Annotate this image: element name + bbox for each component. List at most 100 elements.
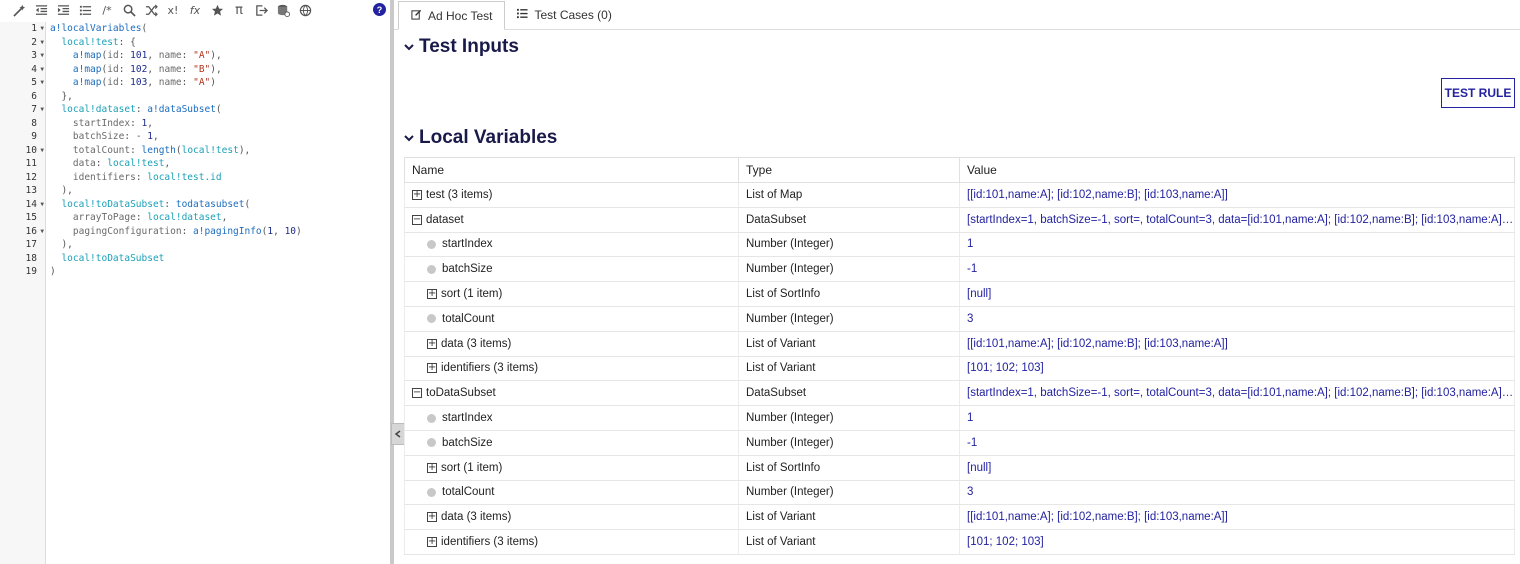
local-variables-table: Name Type Value + test (3 items) List of M… bbox=[404, 157, 1515, 555]
edit-icon bbox=[411, 9, 422, 23]
line-number: 15 bbox=[25, 212, 37, 223]
name-cell-content: + sort (1 item) bbox=[412, 462, 738, 474]
database-icon[interactable] bbox=[272, 0, 294, 20]
pi-icon[interactable]: π bbox=[228, 0, 250, 20]
cell-value: -1 bbox=[959, 430, 1515, 456]
code-line[interactable]: pagingConfiguration: a!pagingInfo(1, 10) bbox=[50, 225, 302, 239]
fold-arrow-icon: ▼ bbox=[40, 106, 44, 113]
expand-plus-icon[interactable]: + bbox=[427, 512, 437, 523]
expand-plus-icon[interactable]: + bbox=[427, 289, 437, 300]
cell-name: batchSize bbox=[404, 430, 739, 456]
code-text[interactable]: a!localVariables( local!test: { a!map(id… bbox=[50, 22, 302, 279]
line-number: 8 bbox=[31, 117, 37, 129]
editor-toolbar: /* x! fx π ? bbox=[0, 0, 390, 20]
code-line[interactable]: data: local!test, bbox=[50, 157, 302, 171]
not-icon[interactable]: x! bbox=[162, 0, 184, 20]
fx-icon[interactable]: fx bbox=[184, 0, 206, 20]
collapse-minus-icon[interactable]: − bbox=[412, 214, 422, 225]
list-icon[interactable] bbox=[74, 0, 96, 20]
variable-name: totalCount bbox=[442, 486, 495, 499]
cell-name: totalCount bbox=[404, 306, 739, 332]
globe-icon[interactable] bbox=[294, 0, 316, 20]
cell-type: DataSubset bbox=[738, 207, 960, 233]
cell-name: + identifiers (3 items) bbox=[404, 529, 739, 555]
code-line[interactable]: local!dataset: a!dataSubset( bbox=[50, 103, 302, 117]
expression-editor[interactable]: /* x! fx π ? 1 ▼ 2 ▼ 3 ▼ 4 ▼ 5 ▼ 6 7 ▼ 8… bbox=[0, 0, 390, 564]
cell-name: startIndex bbox=[404, 232, 739, 258]
code-line[interactable]: local!toDataSubset bbox=[50, 252, 302, 266]
wand-icon[interactable] bbox=[8, 0, 30, 20]
indent-icon[interactable] bbox=[52, 0, 74, 20]
collapse-minus-icon[interactable]: − bbox=[412, 388, 422, 399]
tab-bar: Ad Hoc Test Test Cases (0) bbox=[394, 0, 1520, 30]
name-cell-content: − toDataSubset bbox=[412, 387, 738, 399]
comment-icon[interactable]: /* bbox=[96, 0, 118, 20]
line-number: 5 ▼ bbox=[31, 77, 44, 88]
code-line[interactable]: ), bbox=[50, 184, 302, 198]
table-row: + sort (1 item) List of SortInfo [null] bbox=[404, 455, 1515, 481]
test-rule-button[interactable]: TEST RULE bbox=[1441, 78, 1515, 108]
leaf-dot-icon bbox=[427, 487, 436, 497]
expand-plus-icon[interactable]: + bbox=[427, 462, 437, 473]
cell-type: Number (Integer) bbox=[738, 306, 960, 332]
cell-type: Number (Integer) bbox=[738, 232, 960, 258]
line-number: 13 bbox=[25, 185, 37, 196]
code-line[interactable]: totalCount: length(local!test), bbox=[50, 144, 302, 158]
code-line[interactable]: a!map(id: 102, name: "B"), bbox=[50, 63, 302, 77]
code-line[interactable]: ), bbox=[50, 238, 302, 252]
variable-name: dataset bbox=[426, 213, 464, 226]
line-number: 12 bbox=[25, 171, 37, 183]
code-line[interactable]: a!map(id: 101, name: "A"), bbox=[50, 49, 302, 63]
code-line[interactable]: identifiers: local!test.id bbox=[50, 171, 302, 185]
line-number: 9 bbox=[31, 131, 37, 142]
variable-name: identifiers (3 items) bbox=[441, 362, 539, 375]
code-line[interactable]: batchSize: - 1, bbox=[50, 130, 302, 144]
variable-name: test (3 items) bbox=[426, 188, 493, 201]
search-icon[interactable] bbox=[118, 0, 140, 20]
cell-name: totalCount bbox=[404, 480, 739, 506]
code-line[interactable]: a!localVariables( bbox=[50, 22, 302, 36]
cell-type: List of Variant bbox=[738, 529, 960, 555]
cell-value: [null] bbox=[959, 281, 1515, 307]
table-row: + data (3 items) List of Variant [[id:101,n… bbox=[404, 331, 1515, 357]
shuffle-icon[interactable] bbox=[140, 0, 162, 20]
expand-plus-icon[interactable]: + bbox=[427, 537, 437, 548]
leaf-dot-icon bbox=[427, 314, 436, 324]
code-line[interactable]: startIndex: 1, bbox=[50, 117, 302, 131]
fold-arrow-icon: ▼ bbox=[40, 38, 44, 46]
tab-label: Test Cases (0) bbox=[534, 7, 612, 22]
code-line[interactable]: local!test: { bbox=[50, 36, 302, 50]
variable-name: batchSize bbox=[442, 263, 493, 276]
code-line[interactable]: ) bbox=[50, 265, 302, 279]
expand-plus-icon[interactable]: + bbox=[427, 338, 437, 349]
cell-value: -1 bbox=[959, 256, 1515, 283]
outdent-icon[interactable] bbox=[30, 0, 52, 20]
code-line[interactable]: arrayToPage: local!dataset, bbox=[50, 211, 302, 225]
local-variables-header[interactable]: Local Variables bbox=[404, 127, 557, 149]
star-icon[interactable] bbox=[206, 0, 228, 20]
tab-ad-hoc-test[interactable]: Ad Hoc Test bbox=[398, 1, 506, 30]
code-line[interactable]: }, bbox=[50, 90, 302, 104]
code-line[interactable]: a!map(id: 103, name: "A") bbox=[50, 76, 302, 90]
cell-value: 3 bbox=[959, 480, 1515, 506]
cell-value: [[id:101,name:A]; [id:102,name:B]; [id:1… bbox=[959, 504, 1515, 531]
test-inputs-header[interactable]: Test Inputs bbox=[404, 36, 519, 58]
cell-value: [[id:101,name:A]; [id:102,name:B]; [id:1… bbox=[959, 182, 1515, 208]
name-cell-content: totalCount bbox=[412, 486, 738, 498]
help-icon[interactable]: ? bbox=[373, 3, 386, 16]
table-row: batchSize Number (Integer) -1 bbox=[404, 256, 1515, 283]
table-row: startIndex Number (Integer) 1 bbox=[404, 405, 1515, 431]
leaf-dot-icon bbox=[427, 438, 436, 448]
export-icon[interactable] bbox=[250, 0, 272, 20]
tab-test-cases[interactable]: Test Cases (0) bbox=[505, 0, 623, 29]
expand-plus-icon[interactable]: + bbox=[427, 363, 437, 374]
expand-plus-icon[interactable]: + bbox=[412, 189, 422, 200]
line-number: 2 ▼ bbox=[31, 36, 44, 48]
table-row: + identifiers (3 items) List of Variant [10… bbox=[404, 356, 1515, 382]
variable-name: totalCount bbox=[442, 312, 495, 325]
code-line[interactable]: local!toDataSubset: todatasubset( bbox=[50, 198, 302, 212]
line-number: 6 bbox=[31, 90, 37, 102]
name-cell-content: + data (3 items) bbox=[412, 511, 738, 523]
code-area[interactable]: 1 ▼ 2 ▼ 3 ▼ 4 ▼ 5 ▼ 6 7 ▼ 8 9 10 ▼ 11 12 13 14 ▼… bbox=[0, 22, 390, 564]
fold-arrow-icon: ▼ bbox=[40, 65, 44, 73]
